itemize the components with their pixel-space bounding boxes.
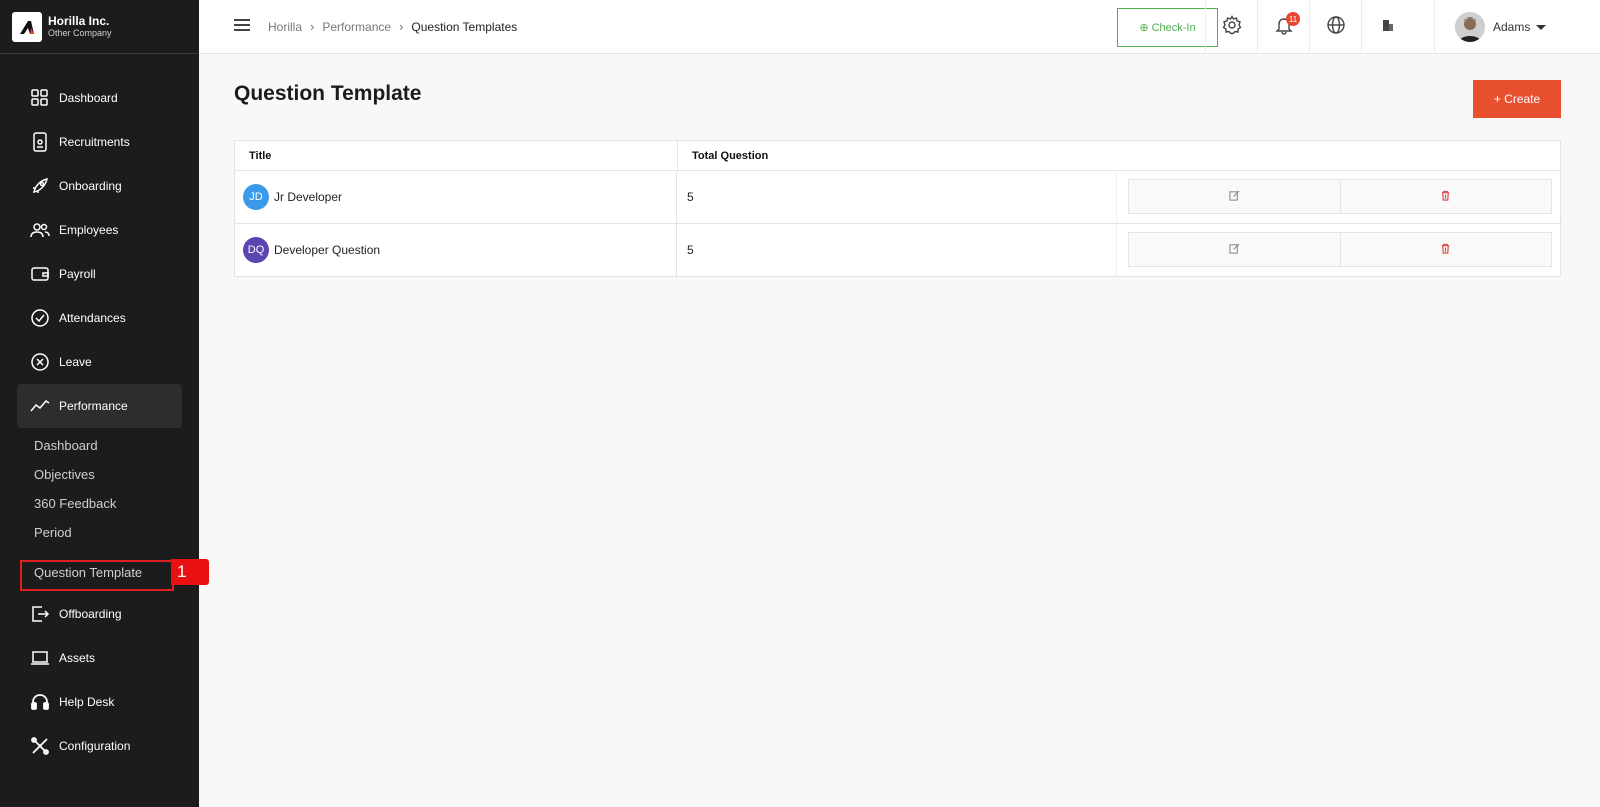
sidebar-item-label: Assets <box>59 651 96 665</box>
brand-name: Horilla Inc. <box>48 13 110 28</box>
sidebar-item-label: Attendances <box>59 311 126 325</box>
subnav-item-360-feedback[interactable]: 360 Feedback <box>34 496 116 511</box>
row-title: Jr Developer <box>274 190 343 204</box>
user-name: Adams <box>1493 20 1531 34</box>
sidebar-item-help-desk[interactable]: Help Desk <box>17 680 182 724</box>
create-button[interactable]: + Create <box>1473 80 1561 118</box>
gear-icon <box>1222 14 1242 40</box>
tools-icon <box>29 735 51 757</box>
globe-icon <box>1326 15 1346 40</box>
column-header-title: Title <box>235 141 678 171</box>
sidebar-item-label: Help Desk <box>59 695 115 709</box>
trend-icon <box>29 395 51 417</box>
sidebar-item-label: Payroll <box>59 267 96 281</box>
row-actions <box>1128 232 1552 267</box>
building-icon <box>1381 18 1395 37</box>
column-divider <box>1116 171 1117 276</box>
sidebar-item-label: Offboarding <box>59 607 122 621</box>
login-icon: ⊕ <box>1139 22 1149 34</box>
subnav-item-objectives[interactable]: Objectives <box>34 467 95 482</box>
check-circle-icon <box>29 307 51 329</box>
caret-down-icon <box>1536 24 1547 30</box>
breadcrumb: Horilla › Performance › Question Templat… <box>268 19 517 34</box>
avatar-initials: DQ <box>243 237 269 263</box>
users-icon <box>29 219 51 241</box>
sidebar-item-label: Leave <box>59 355 92 369</box>
chevron-right-icon: › <box>399 19 404 34</box>
exit-icon <box>29 603 51 625</box>
sidebar-item-label: Performance <box>59 399 128 413</box>
headset-icon <box>29 691 51 713</box>
sidebar-item-configuration[interactable]: Configuration <box>17 724 182 768</box>
settings-button[interactable] <box>1205 0 1257 54</box>
sidebar-item-leave[interactable]: Leave <box>17 340 182 384</box>
annotation-highlight-box <box>20 560 174 591</box>
avatar <box>1455 12 1485 42</box>
sidebar-item-onboarding[interactable]: Onboarding <box>17 164 182 208</box>
sidebar-item-label: Recruitments <box>59 135 130 149</box>
x-circle-icon <box>29 351 51 373</box>
sidebar-item-attendances[interactable]: Attendances <box>17 296 182 340</box>
topbar: Horilla › Performance › Question Templat… <box>199 0 1600 54</box>
dashboard-icon <box>29 87 51 109</box>
edit-icon <box>1229 188 1240 206</box>
sidebar-item-assets[interactable]: Assets <box>17 636 182 680</box>
breadcrumb-item-current: Question Templates <box>411 19 518 34</box>
column-header-total-question: Total Question <box>678 141 1560 171</box>
breadcrumb-item-horilla[interactable]: Horilla <box>268 20 302 34</box>
wallet-icon <box>29 263 51 285</box>
row-actions <box>1128 179 1552 214</box>
row-title: Developer Question <box>274 243 381 257</box>
sidebar: Horilla Inc. Other Company Dashboard Rec… <box>0 0 199 807</box>
check-in-button[interactable]: ⊕ Check-In <box>1117 8 1218 47</box>
trash-icon <box>1440 188 1451 206</box>
sidebar-item-label: Dashboard <box>59 91 118 105</box>
brand-company: Other Company <box>48 28 112 39</box>
subnav-item-period[interactable]: Period <box>34 525 72 540</box>
trash-icon <box>1440 241 1451 259</box>
sidebar-item-employees[interactable]: Employees <box>17 208 182 252</box>
annotation-badge: 1 <box>171 559 209 585</box>
sidebar-item-dashboard[interactable]: Dashboard <box>17 76 182 120</box>
language-button[interactable] <box>1309 0 1361 54</box>
user-menu[interactable]: Adams <box>1434 0 1600 54</box>
hamburger-menu-icon[interactable] <box>234 19 250 33</box>
brand-logo-icon <box>12 11 42 42</box>
check-in-label: Check-In <box>1151 21 1196 34</box>
notification-count-badge: 11 <box>1286 12 1300 26</box>
sidebar-item-label: Employees <box>59 223 119 237</box>
table-row[interactable]: DQ Developer Question 5 <box>235 224 1562 277</box>
sidebar-item-recruitments[interactable]: Recruitments <box>17 120 182 164</box>
subnav-item-dashboard[interactable]: Dashboard <box>34 438 98 453</box>
table-row[interactable]: JD Jr Developer 5 <box>235 171 1562 224</box>
company-switch-button[interactable] <box>1361 0 1413 54</box>
sidebar-item-offboarding[interactable]: Offboarding <box>17 592 182 636</box>
edit-button[interactable] <box>1129 180 1340 213</box>
delete-button[interactable] <box>1339 180 1552 213</box>
row-total-question: 5 <box>687 243 694 257</box>
sidebar-item-performance[interactable]: Performance <box>17 384 182 428</box>
avatar-initials: JD <box>243 184 269 210</box>
sidebar-item-label: Onboarding <box>59 179 122 193</box>
sidebar-item-payroll[interactable]: Payroll <box>17 252 182 296</box>
rocket-icon <box>29 175 51 197</box>
laptop-icon <box>29 647 51 669</box>
question-template-table: Title Total Question JD Jr Developer 5 D… <box>234 140 1562 277</box>
sidebar-item-label: Configuration <box>59 739 131 753</box>
edit-button[interactable] <box>1129 233 1340 266</box>
notifications-button[interactable]: 11 <box>1257 0 1309 54</box>
delete-button[interactable] <box>1339 233 1552 266</box>
edit-icon <box>1229 241 1240 259</box>
row-total-question: 5 <box>687 190 694 204</box>
chevron-right-icon: › <box>310 19 315 34</box>
breadcrumb-item-performance[interactable]: Performance <box>322 20 391 34</box>
page-title: Question Template <box>234 82 422 105</box>
recruitment-icon <box>29 131 51 153</box>
brand[interactable]: Horilla Inc. Other Company <box>0 0 199 54</box>
